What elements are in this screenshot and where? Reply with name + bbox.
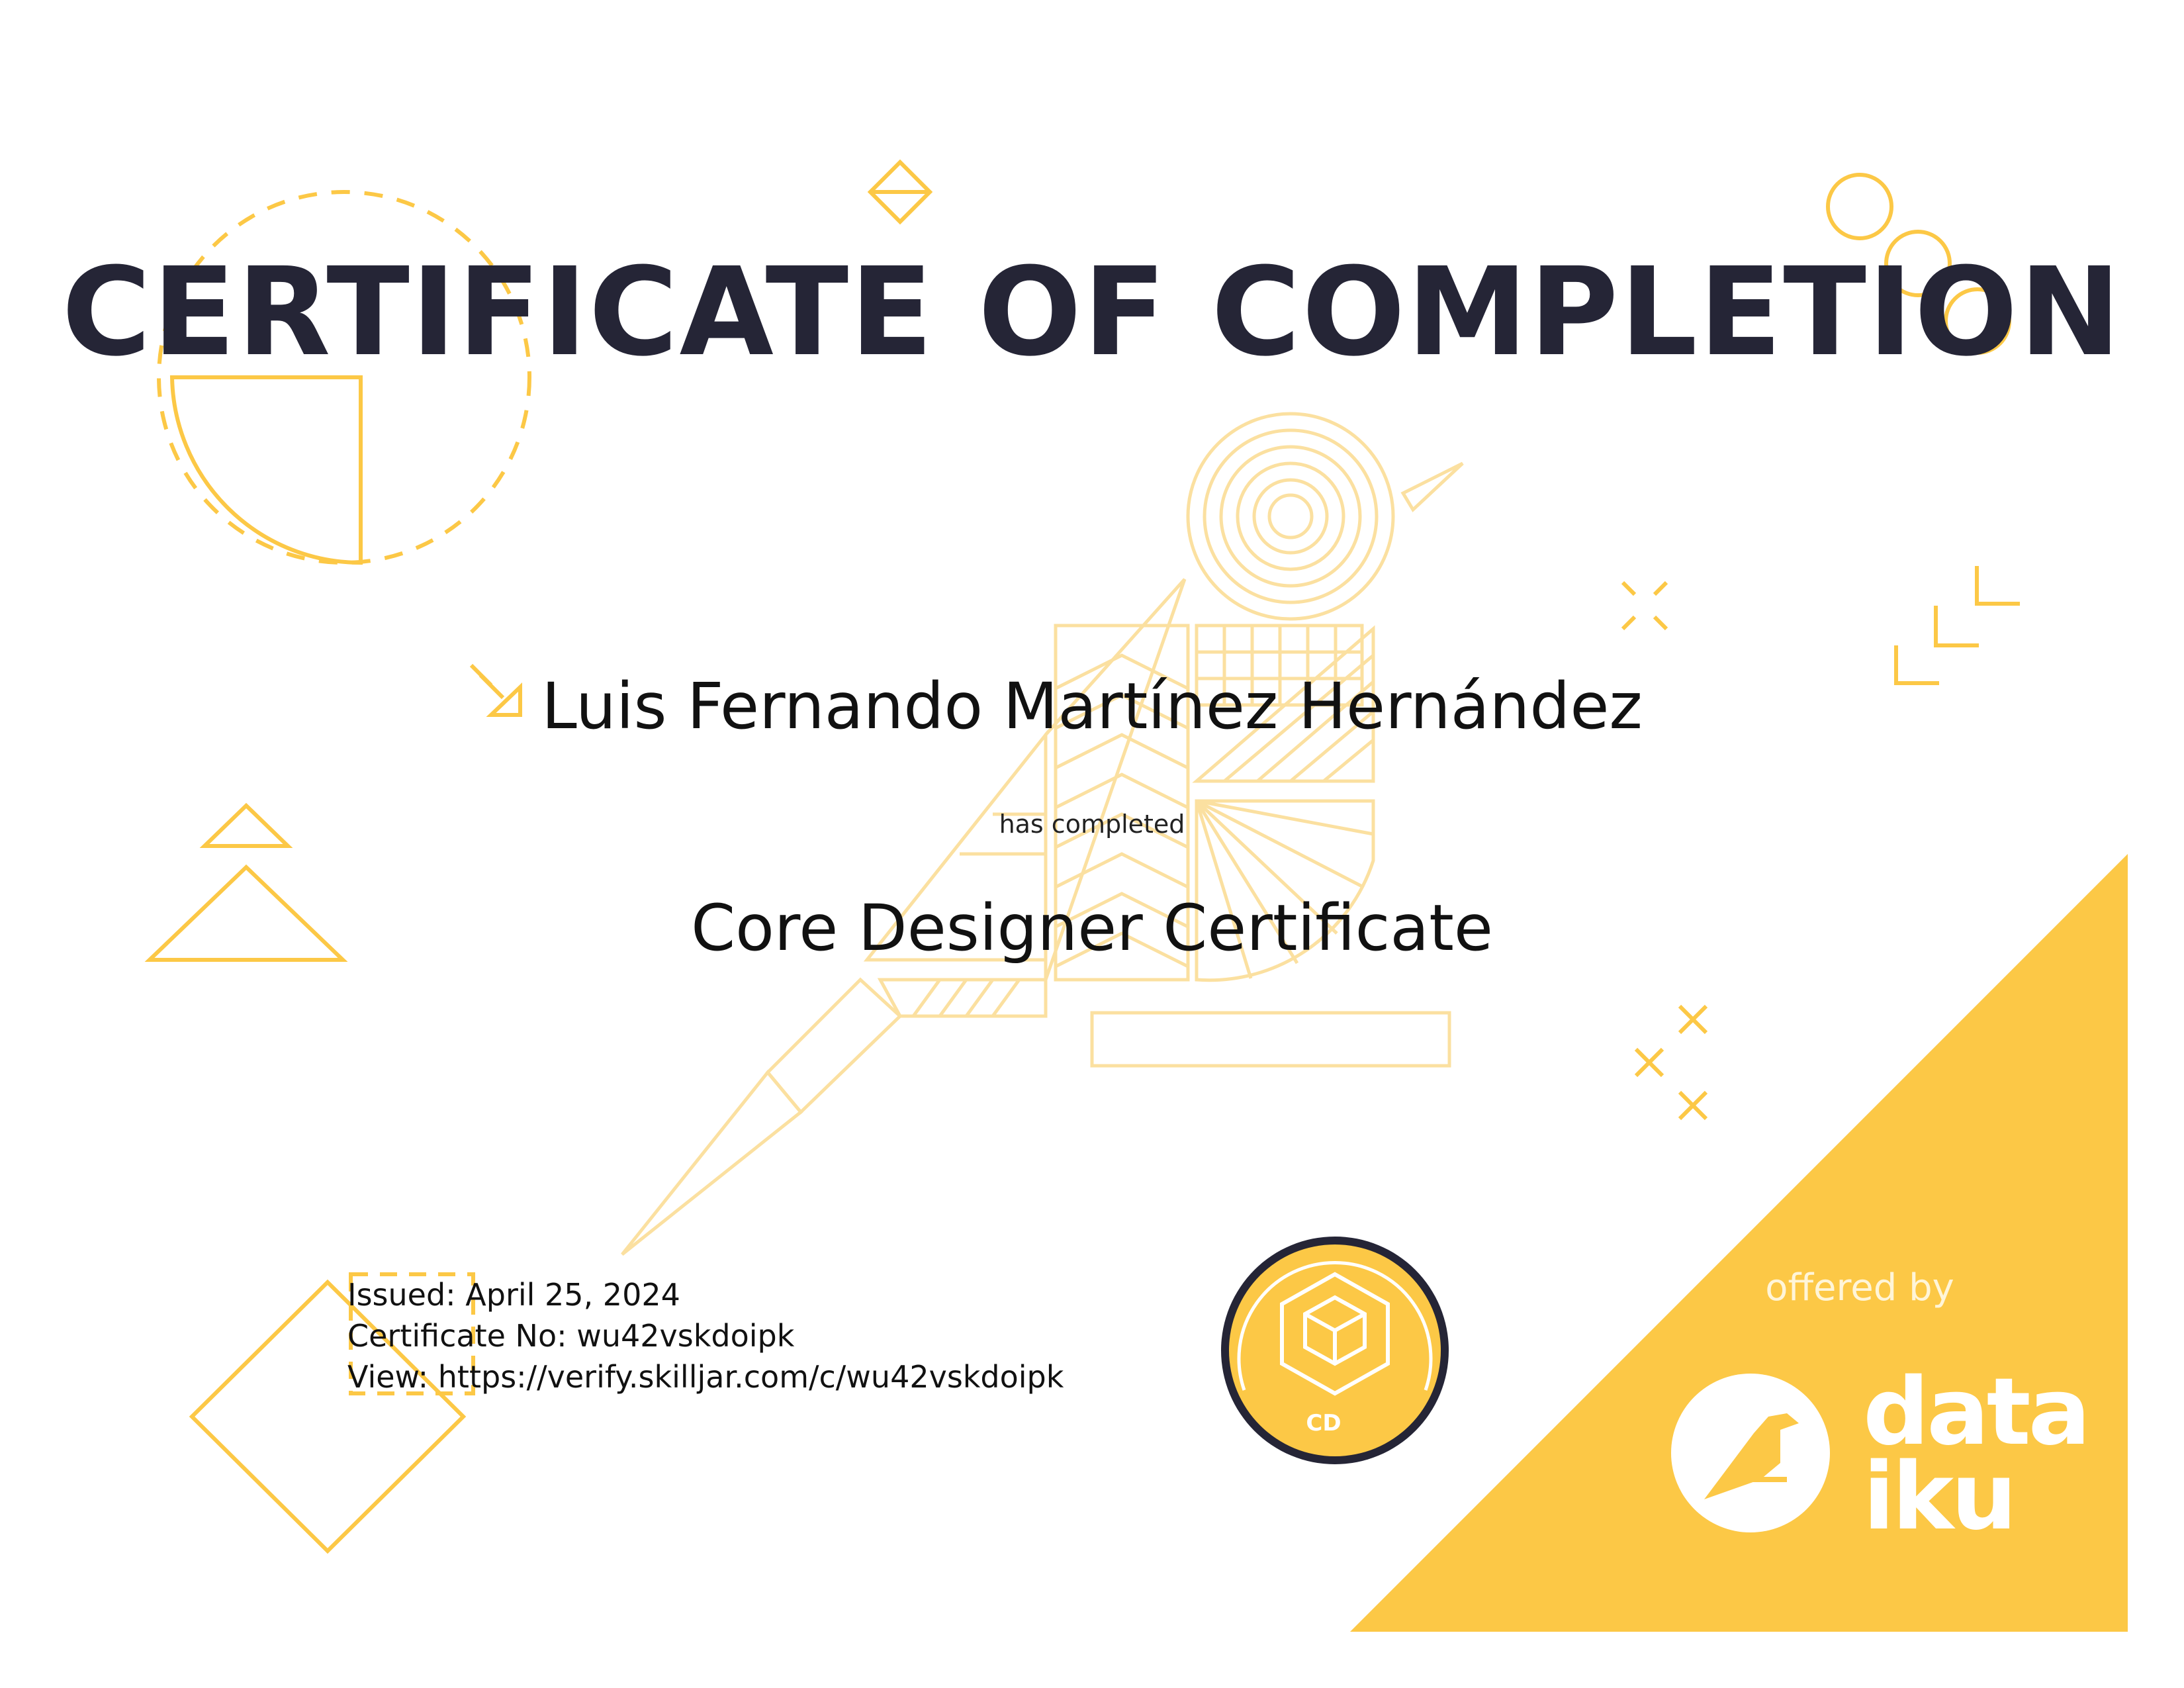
logo-line-1: data <box>1863 1358 2091 1466</box>
x-marks-shape <box>1634 1004 1708 1121</box>
certificate-details: Issued: April 25, 2024 Certificate No: w… <box>347 1274 1208 1397</box>
certificate-page: CERTIFICATE OF COMPLETION Luis Fernando … <box>0 0 2184 1688</box>
issued-date: Issued: April 25, 2024 <box>347 1277 680 1313</box>
corner-brackets-shape <box>1894 566 2020 685</box>
bird-icon <box>1671 1374 1830 1532</box>
offered-by-text: offered by <box>1765 1266 1954 1309</box>
recipient-name: Luis Fernando Martínez Hernández <box>541 669 1643 743</box>
badge-label: CD <box>1306 1410 1342 1436</box>
verify-link[interactable]: View: https://verify.skilljar.com/c/wu42… <box>347 1356 1208 1397</box>
certificate-number: Certificate No: wu42vskdoipk <box>347 1318 795 1354</box>
small-diamond-shape <box>867 159 933 225</box>
course-name: Core Designer Certificate <box>691 891 1493 965</box>
sparkle-shape <box>1621 581 1668 631</box>
dataiku-logo-wordmark: data iku <box>1863 1358 2091 1551</box>
logo-line-2: iku <box>1863 1443 2017 1551</box>
completed-text: has completed <box>999 810 1185 839</box>
certificate-title: CERTIFICATE OF COMPLETION <box>62 242 2122 383</box>
